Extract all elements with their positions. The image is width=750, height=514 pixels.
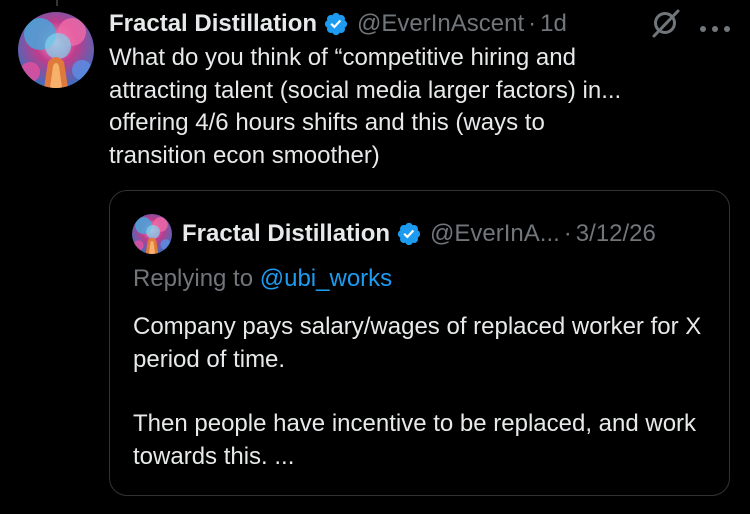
author-avatar[interactable] — [18, 12, 94, 88]
author-handle[interactable]: @EverInAscent — [357, 10, 524, 38]
thread-line — [56, 0, 58, 6]
replying-to-mention[interactable]: @ubi_works — [260, 265, 392, 292]
tweet-text: What do you think of “competitive hiring… — [109, 44, 622, 169]
quoted-tweet-card[interactable]: Fractal Distillation @EverInA... · 3/12/… — [109, 190, 730, 496]
quoted-author-name[interactable]: Fractal Distillation — [182, 220, 390, 248]
quoted-tweet-date[interactable]: 3/12/26 — [576, 220, 656, 248]
separator-dot: · — [563, 220, 572, 247]
tweet-header: Fractal Distillation @EverInAscent · 1d — [109, 8, 739, 40]
verified-badge-icon — [396, 221, 422, 247]
quoted-author-handle[interactable]: @EverInA... — [430, 220, 560, 248]
quoted-paragraph: Company pays salary/wages of replaced wo… — [133, 313, 702, 373]
tweet-timestamp[interactable]: 1d — [540, 10, 567, 38]
replying-to-line: Replying to @ubi_works — [133, 265, 392, 293]
separator-dot: · — [528, 10, 537, 37]
replying-to-label: Replying to — [133, 265, 254, 292]
grok-icon[interactable] — [649, 8, 683, 38]
quoted-tweet-text: Company pays salary/wages of replaced wo… — [133, 311, 718, 473]
more-options-icon[interactable] — [698, 20, 732, 32]
verified-badge-icon — [323, 11, 349, 37]
quoted-paragraph: Then people have incentive to be replace… — [133, 410, 697, 470]
quoted-tweet-header: Fractal Distillation @EverInA... · 3/12/… — [182, 217, 656, 251]
quoted-author-avatar[interactable] — [132, 214, 172, 254]
author-name[interactable]: Fractal Distillation — [109, 10, 317, 38]
